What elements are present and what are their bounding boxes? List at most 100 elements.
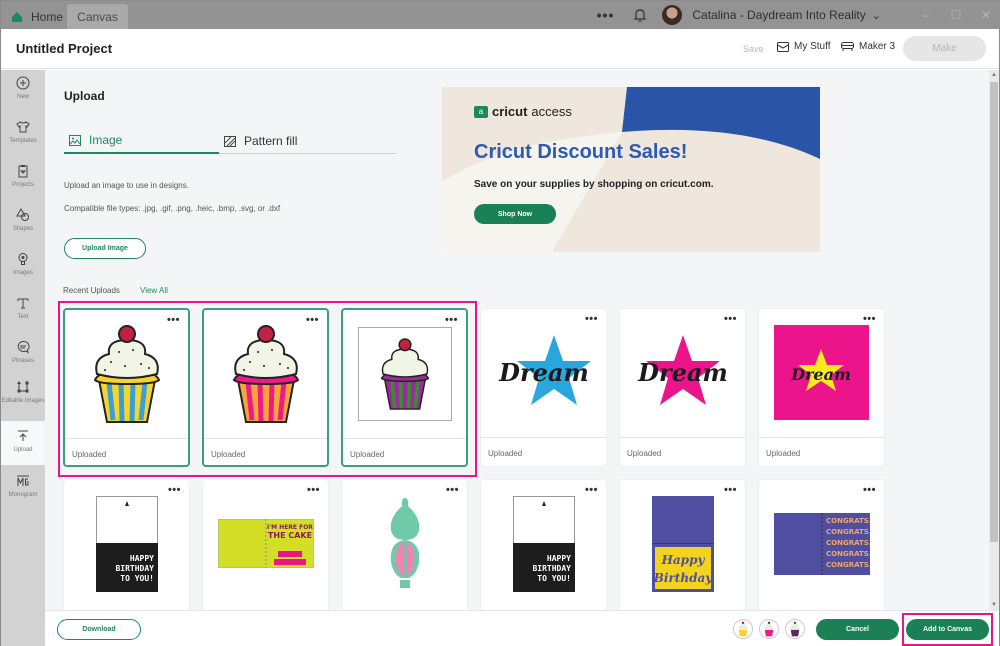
- home-tab[interactable]: Home: [11, 5, 63, 29]
- svg-text:CONGRATS.: CONGRATS.: [826, 550, 870, 558]
- sidebar-item-phrases[interactable]: Phrases: [1, 340, 45, 378]
- svg-text:Birthday: Birthday: [652, 571, 712, 585]
- card-menu-icon[interactable]: •••: [863, 485, 876, 496]
- title-bar: Home Canvas ••• Catalina - Daydream Into…: [1, 1, 1000, 29]
- chevron-down-icon[interactable]: ⌄: [872, 9, 881, 22]
- sidebar-item-label: Shapes: [12, 226, 34, 232]
- upload-image-button[interactable]: Upload Image: [64, 238, 146, 259]
- cupcake-image: [93, 324, 160, 423]
- sidebar-item-label: Projects: [12, 182, 34, 188]
- upload-thumbnail: [204, 310, 327, 437]
- my-stuff-button[interactable]: My Stuff: [777, 41, 831, 52]
- user-name[interactable]: Catalina - Daydream Into Reality: [692, 8, 865, 22]
- upload-card[interactable]: CONGRATS. CONGRATS. CONGRATS. CONGRATS. …: [758, 479, 885, 610]
- upload-card[interactable]: Dream ••• Uploaded: [758, 308, 885, 467]
- card-menu-icon[interactable]: •••: [168, 485, 181, 496]
- home-tab-label: Home: [31, 10, 64, 24]
- user-avatar[interactable]: [662, 5, 683, 25]
- maximize-icon[interactable]: ☐: [941, 8, 971, 22]
- machine-icon: [841, 42, 854, 51]
- upload-thumbnail: CONGRATS. CONGRATS. CONGRATS. CONGRATS. …: [759, 480, 884, 607]
- sidebar-item-new[interactable]: New: [1, 76, 45, 114]
- svg-text:Dream: Dream: [790, 365, 851, 384]
- card-menu-icon[interactable]: •••: [863, 314, 876, 325]
- selected-thumbnail[interactable]: [759, 619, 779, 639]
- upload-card[interactable]: Dream ••• Uploaded: [619, 308, 746, 467]
- plus-circle-icon: [16, 76, 30, 90]
- more-options-icon[interactable]: •••: [597, 7, 615, 23]
- download-button[interactable]: Download: [57, 619, 141, 640]
- card-menu-icon[interactable]: •••: [724, 314, 737, 325]
- sidebar-item-label: Editable Images: [1, 398, 45, 404]
- add-to-canvas-button[interactable]: Add to Canvas: [906, 619, 989, 640]
- speech-bubble-icon: [17, 340, 30, 354]
- sidebar-item-shapes[interactable]: Shapes: [1, 208, 45, 246]
- upload-status: Uploaded: [204, 438, 327, 465]
- upload-card[interactable]: •••: [341, 479, 468, 610]
- upload-card[interactable]: Dream ••• Uploaded: [480, 308, 607, 467]
- machine-label: Maker 3: [859, 41, 896, 52]
- upload-card[interactable]: ••• Uploaded: [63, 308, 190, 467]
- shop-now-button[interactable]: Shop Now: [474, 204, 556, 224]
- card-menu-icon[interactable]: •••: [446, 485, 459, 496]
- cupcake-icon: [764, 621, 774, 637]
- make-button[interactable]: Make: [903, 36, 986, 61]
- sidebar-item-label: Monogram: [8, 492, 38, 498]
- dream-star-image: Dream: [637, 334, 728, 405]
- svg-text:CONGRATS.: CONGRATS.: [826, 517, 870, 525]
- bell-icon[interactable]: [632, 7, 648, 23]
- upload-card[interactable]: ••• Uploaded: [202, 308, 329, 467]
- scroll-down-icon[interactable]: ▼: [989, 600, 999, 610]
- card-menu-icon[interactable]: •••: [167, 315, 180, 326]
- sidebar-item-label: Text: [17, 314, 29, 320]
- scroll-up-icon[interactable]: ▲: [989, 70, 999, 80]
- sidebar-item-label: Upload: [13, 447, 33, 453]
- svg-text:I'M HERE FOR: I'M HERE FOR: [267, 524, 313, 531]
- machine-selector[interactable]: Maker 3: [841, 41, 895, 52]
- sidebar-item-projects[interactable]: Projects: [1, 164, 45, 202]
- tab-pattern-fill[interactable]: Pattern fill: [224, 128, 297, 154]
- sidebar-item-text[interactable]: Text: [1, 296, 45, 334]
- project-title: Untitled Project: [16, 41, 113, 56]
- cancel-button[interactable]: Cancel: [816, 619, 899, 640]
- upload-card[interactable]: ••• Uploaded: [341, 308, 468, 467]
- happy-birthday-script-card-image: Happy Birthday: [651, 495, 714, 592]
- save-button[interactable]: Save: [743, 44, 764, 54]
- upload-card[interactable]: Happy Birthday •••: [619, 479, 746, 610]
- card-menu-icon[interactable]: •••: [307, 485, 320, 496]
- cricut-design-space-window: Home Canvas ••• Catalina - Daydream Into…: [0, 0, 1000, 646]
- cupcake-icon: [738, 621, 748, 637]
- sidebar-item-label: Images: [13, 270, 33, 276]
- svg-text:CONGRATS.: CONGRATS.: [826, 539, 870, 547]
- card-menu-icon[interactable]: •••: [724, 485, 737, 496]
- card-menu-icon[interactable]: •••: [585, 314, 598, 325]
- close-icon[interactable]: ✕: [971, 8, 1000, 22]
- sidebar-item-images[interactable]: Images: [1, 252, 45, 290]
- sidebar-item-monogram[interactable]: Monogram: [1, 474, 45, 512]
- canvas-tab[interactable]: Canvas: [67, 4, 128, 29]
- minimize-icon[interactable]: –: [911, 8, 941, 22]
- sidebar-item-upload[interactable]: Upload: [1, 421, 45, 465]
- dream-star-image: Dream: [774, 325, 869, 420]
- cricut-access-banner[interactable]: a cricut access Cricut Discount Sales! S…: [442, 87, 820, 252]
- image-bounding-box: [357, 326, 452, 421]
- sidebar-item-editable-images[interactable]: Editable Images: [1, 380, 45, 426]
- scrollbar[interactable]: ▲ ▼: [989, 70, 999, 610]
- card-menu-icon[interactable]: •••: [306, 315, 319, 326]
- editable-image-icon: [17, 381, 29, 393]
- panel-title: Upload: [64, 89, 105, 103]
- card-menu-icon[interactable]: •••: [445, 315, 458, 326]
- sidebar-item-templates[interactable]: Templates: [1, 120, 45, 158]
- upload-card[interactable]: I'M HERE FOR THE CAKE •••: [202, 479, 329, 610]
- upload-card[interactable]: HAPPY BIRTHDAY TO YOU! •••: [480, 479, 607, 610]
- scroll-thumb[interactable]: [990, 82, 998, 542]
- svg-text:Dream: Dream: [637, 358, 728, 387]
- canvas-tab-label: Canvas: [77, 9, 118, 24]
- selected-thumbnail[interactable]: [785, 619, 805, 639]
- upload-thumbnail: Dream: [620, 309, 745, 436]
- tab-image[interactable]: Image: [64, 128, 219, 154]
- selected-thumbnail[interactable]: [733, 619, 753, 639]
- upload-card[interactable]: HAPPY BIRTHDAY TO YOU! •••: [63, 479, 190, 610]
- view-all-link[interactable]: View All: [140, 286, 168, 295]
- card-menu-icon[interactable]: •••: [585, 485, 598, 496]
